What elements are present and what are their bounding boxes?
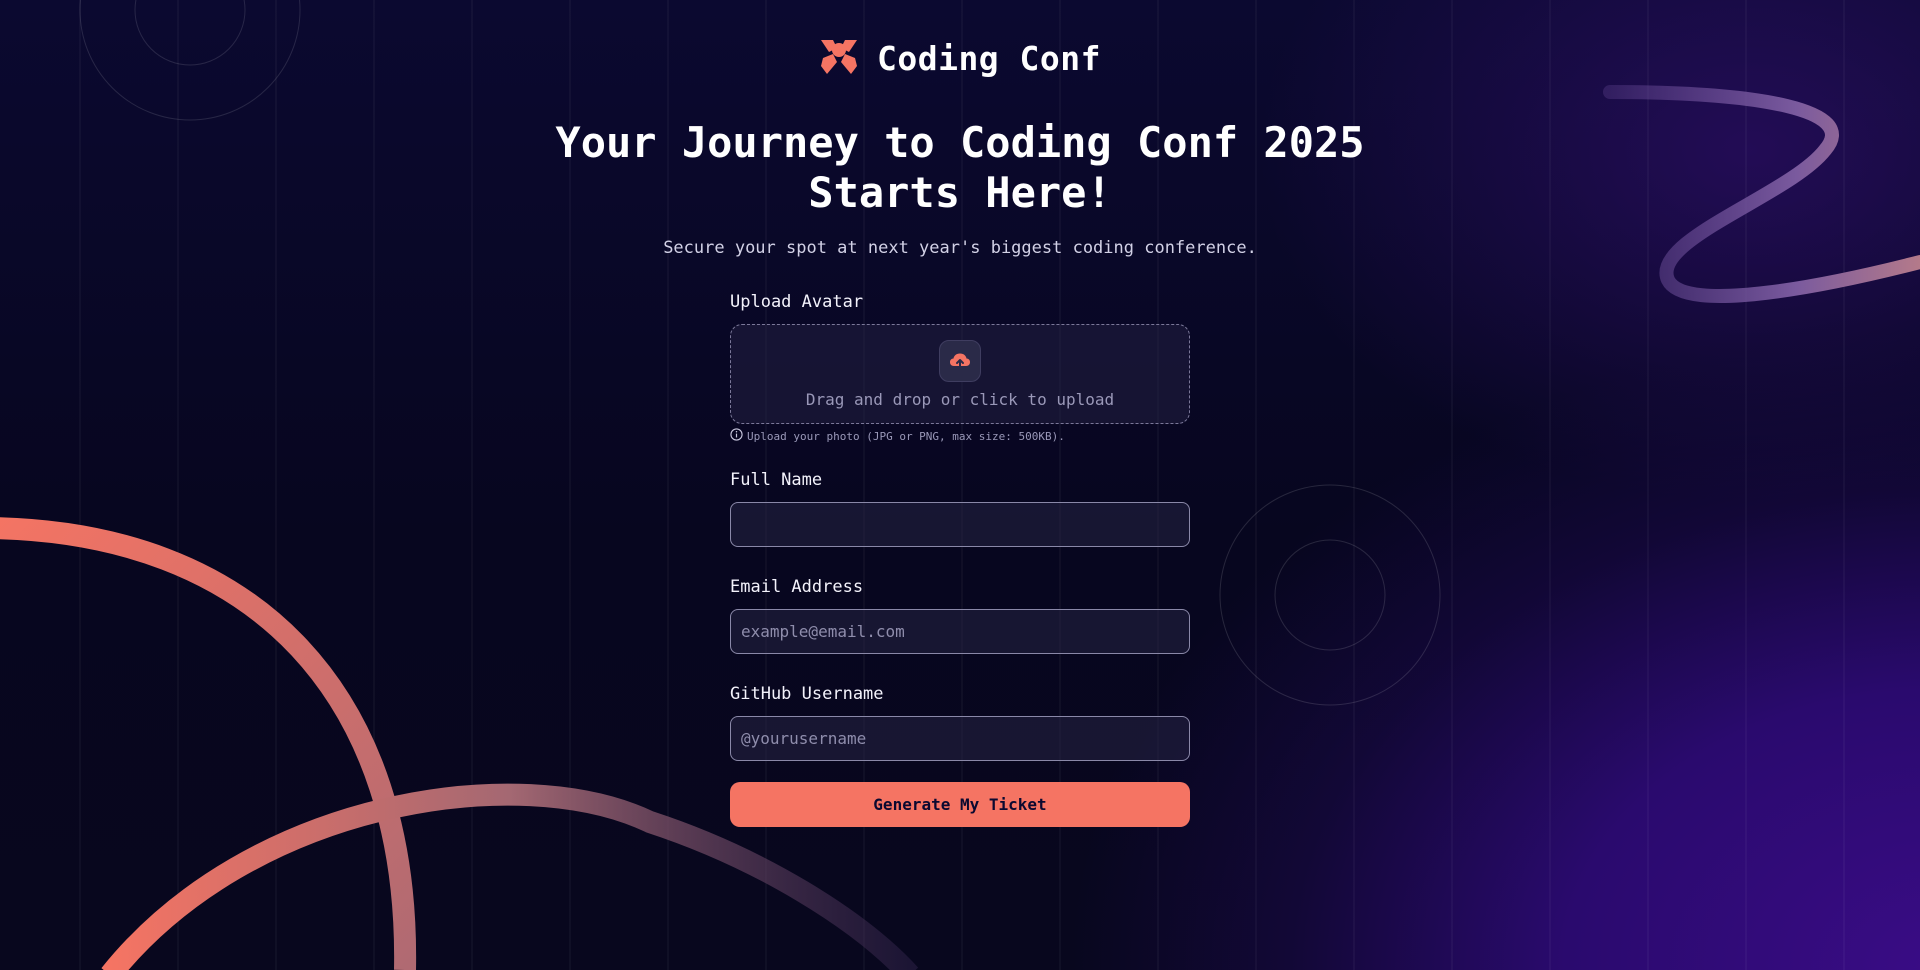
- dropzone-text: Drag and drop or click to upload: [805, 389, 1115, 409]
- full-name-label: Full Name: [730, 470, 823, 490]
- email-input[interactable]: [730, 609, 1190, 654]
- page-title-line-2: Starts Here!: [808, 168, 1112, 217]
- ticket-form: Upload Avatar Drag and drop or click to …: [730, 292, 1190, 827]
- full-name-group: Full Name: [730, 470, 1190, 547]
- email-group: Email Address: [730, 577, 1190, 654]
- info-icon: [730, 428, 743, 444]
- page-title: Your Journey to Coding Conf 2025 Starts …: [0, 118, 1920, 218]
- avatar-hint: Upload your photo (JPG or PNG, max size:…: [730, 428, 1190, 444]
- full-name-input[interactable]: [730, 502, 1190, 547]
- brand-name: Coding Conf: [876, 38, 1102, 78]
- page-title-line-1: Your Journey to Coding Conf 2025: [555, 118, 1365, 167]
- avatar-dropzone[interactable]: Drag and drop or click to upload: [730, 324, 1190, 424]
- github-username-label: GitHub Username: [730, 684, 884, 704]
- github-username-input[interactable]: [730, 716, 1190, 761]
- coding-conf-logo-icon: [819, 36, 859, 80]
- page-subtitle: Secure your spot at next year's biggest …: [663, 238, 1257, 258]
- github-group: GitHub Username: [730, 684, 1190, 761]
- upload-avatar-label: Upload Avatar: [730, 292, 864, 312]
- email-label: Email Address: [730, 577, 864, 597]
- generate-ticket-button[interactable]: Generate My Ticket: [730, 782, 1190, 827]
- page: Coding Conf Your Journey to Coding Conf …: [0, 0, 1920, 970]
- cloud-upload-icon: [939, 339, 981, 382]
- avatar-hint-text: Upload your photo (JPG or PNG, max size:…: [747, 429, 1065, 443]
- brand-header: Coding Conf: [0, 36, 1920, 80]
